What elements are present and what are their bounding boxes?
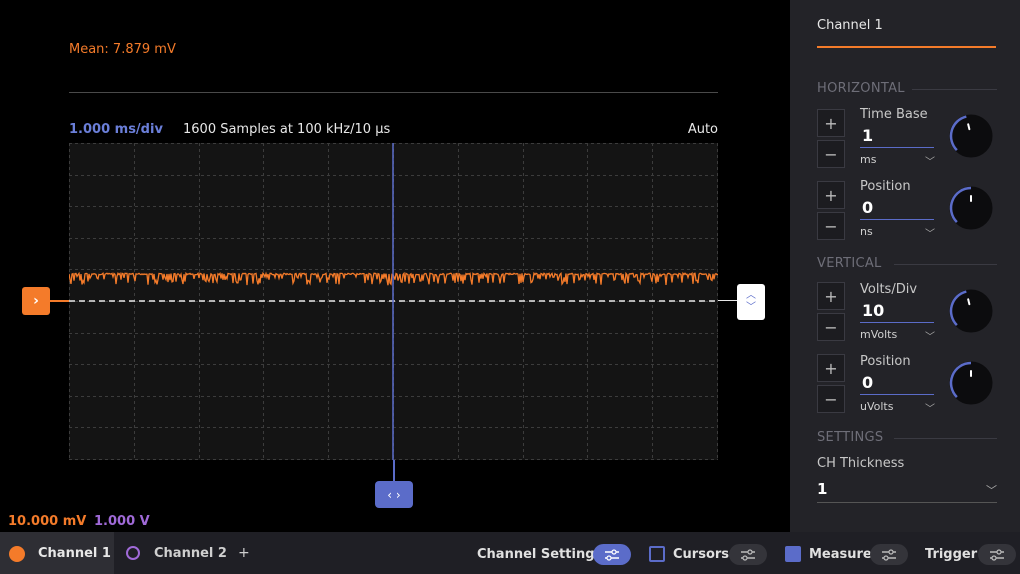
- channel-1-dot-icon: [9, 546, 25, 562]
- channel-settings-label[interactable]: Channel Settings: [477, 547, 602, 562]
- hposition-label: Position: [860, 179, 911, 194]
- thickness-label: CH Thickness: [817, 456, 905, 471]
- knob-indicator: [967, 298, 971, 306]
- trigger-label[interactable]: Trigger: [925, 547, 977, 562]
- channel-settings-panel: Channel 1 HORIZONTAL + − Time Base 1 ms …: [790, 0, 1020, 532]
- trigger-toggle[interactable]: [978, 544, 1016, 565]
- horizontal-position-handle[interactable]: ‹ ›: [375, 481, 413, 508]
- minus-icon: −: [824, 144, 838, 164]
- hposition-increase-button[interactable]: +: [817, 181, 845, 209]
- hposition-input-underline: [860, 219, 934, 220]
- minus-icon: −: [824, 216, 838, 236]
- voltsdiv-unit-select[interactable]: mVolts: [860, 328, 897, 341]
- channel-settings-toggle[interactable]: [593, 544, 631, 565]
- cursors-checkbox[interactable]: [649, 546, 665, 562]
- plus-icon: +: [824, 286, 838, 306]
- chevron-down-icon[interactable]: ﹀: [925, 328, 935, 343]
- chevron-up-icon: ︿: [746, 290, 756, 301]
- chevron-down-icon[interactable]: ﹀: [986, 482, 997, 498]
- channel-offset-marker[interactable]: ›: [22, 287, 50, 315]
- measure-toggle[interactable]: [870, 544, 908, 565]
- timebase-unit-select[interactable]: ms: [860, 153, 876, 166]
- mean-readout: Mean: 7.879 mV: [69, 42, 176, 57]
- thickness-select[interactable]: 1: [817, 480, 827, 498]
- panel-title: Channel 1: [817, 18, 883, 33]
- tab-channel-2[interactable]: Channel 2: [154, 546, 227, 561]
- voltsdiv-input[interactable]: 10: [862, 301, 884, 320]
- chevron-right-icon: ›: [33, 293, 39, 309]
- hposition-decrease-button[interactable]: −: [817, 212, 845, 240]
- timebase-readout: 1.000 ms/div: [69, 122, 163, 137]
- chevron-down-icon[interactable]: ﹀: [925, 400, 935, 415]
- ch2-scale: 1.000 V: [94, 514, 150, 529]
- voltsdiv-increase-button[interactable]: +: [817, 282, 845, 310]
- minus-icon: −: [824, 389, 838, 409]
- bottom-bar: Channel 1 Channel 2 + Channel Settings C…: [0, 532, 1020, 574]
- section-divider: [894, 264, 997, 265]
- plus-icon: +: [824, 358, 838, 378]
- add-channel-button[interactable]: +: [238, 545, 250, 561]
- section-horizontal: HORIZONTAL: [817, 81, 905, 96]
- tab-channel-1-label: Channel 1: [38, 546, 111, 561]
- voltsdiv-decrease-button[interactable]: −: [817, 313, 845, 341]
- measure-label[interactable]: Measure: [809, 547, 872, 562]
- vposition-knob[interactable]: [948, 360, 994, 406]
- sliders-icon: [990, 548, 1004, 561]
- hposition-input[interactable]: 0: [862, 198, 873, 217]
- section-settings: SETTINGS: [817, 430, 884, 445]
- channel-2-dot-icon[interactable]: [126, 546, 140, 560]
- plot-area[interactable]: [69, 143, 718, 460]
- header-divider: [69, 92, 718, 93]
- trigger-level-connector: [718, 300, 737, 301]
- cursors-label[interactable]: Cursors: [673, 547, 729, 562]
- chevron-down-icon[interactable]: ﹀: [925, 153, 935, 168]
- chevron-down-icon[interactable]: ﹀: [925, 225, 935, 240]
- vposition-unit-select[interactable]: uVolts: [860, 400, 893, 413]
- tab-channel-1[interactable]: Channel 1: [0, 532, 114, 574]
- vposition-label: Position: [860, 354, 911, 369]
- voltsdiv-knob[interactable]: [948, 288, 994, 334]
- knob-indicator: [967, 123, 971, 131]
- timebase-knob[interactable]: [948, 113, 994, 159]
- plus-icon: +: [824, 113, 838, 133]
- section-divider: [912, 89, 997, 90]
- trigger-mode[interactable]: Auto: [688, 122, 718, 137]
- timebase-input-underline: [860, 147, 934, 148]
- timebase-decrease-button[interactable]: −: [817, 140, 845, 168]
- chevron-left-right-icon: ‹ ›: [387, 487, 401, 502]
- timebase-label: Time Base: [860, 107, 928, 122]
- cursors-toggle[interactable]: [729, 544, 767, 565]
- scope-area: Mean: 7.879 mV 1.000 ms/div 1600 Samples…: [0, 0, 790, 532]
- panel-title-underline: [817, 46, 996, 48]
- section-divider: [894, 438, 997, 439]
- sliders-icon: [741, 548, 755, 561]
- timebase-increase-button[interactable]: +: [817, 109, 845, 137]
- plus-icon: +: [824, 185, 838, 205]
- vposition-decrease-button[interactable]: −: [817, 385, 845, 413]
- sliders-icon: [882, 548, 896, 561]
- vposition-input[interactable]: 0: [862, 373, 873, 392]
- timebase-input[interactable]: 1: [862, 126, 873, 145]
- sliders-icon: [605, 548, 619, 561]
- ch1-scale: 10.000 mV: [8, 514, 87, 529]
- thickness-underline: [817, 502, 997, 503]
- channel-offset-connector: [50, 300, 69, 302]
- horizontal-position-connector: [393, 460, 395, 481]
- waveform-plot: [69, 143, 718, 460]
- voltsdiv-label: Volts/Div: [860, 282, 918, 297]
- voltsdiv-input-underline: [860, 322, 934, 323]
- samples-readout: 1600 Samples at 100 kHz/10 µs: [183, 122, 391, 137]
- vposition-input-underline: [860, 394, 934, 395]
- hposition-unit-select[interactable]: ns: [860, 225, 873, 238]
- chevron-down-icon: ﹀: [746, 302, 756, 313]
- hposition-knob[interactable]: [948, 185, 994, 231]
- section-vertical: VERTICAL: [817, 256, 882, 271]
- trigger-level-marker[interactable]: ︿ ﹀: [737, 284, 765, 320]
- measure-checkbox[interactable]: [785, 546, 801, 562]
- vposition-increase-button[interactable]: +: [817, 354, 845, 382]
- minus-icon: −: [824, 317, 838, 337]
